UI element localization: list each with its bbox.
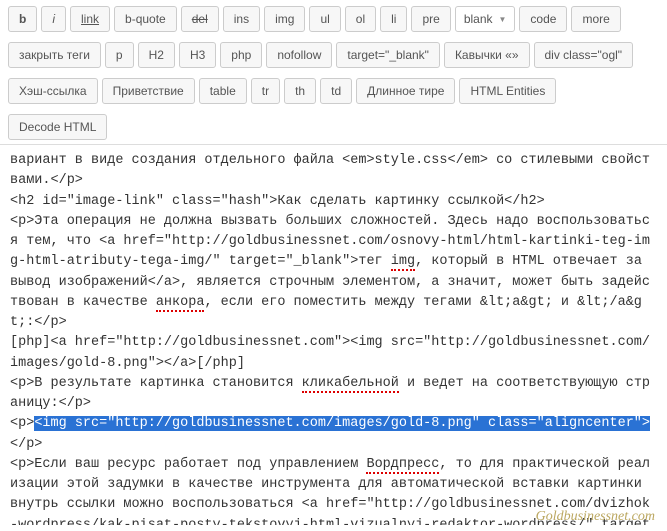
tr-button[interactable]: tr — [251, 78, 280, 104]
del-button[interactable]: del — [181, 6, 219, 32]
decode-button[interactable]: Decode HTML — [8, 114, 107, 140]
link-button[interactable]: link — [70, 6, 110, 32]
img-button[interactable]: img — [264, 6, 305, 32]
bquote-button[interactable]: b-quote — [114, 6, 177, 32]
html-editor-textarea[interactable]: вариант в виде создания отдельного файла… — [0, 145, 667, 525]
td-button[interactable]: td — [320, 78, 352, 104]
code-button[interactable]: code — [519, 6, 567, 32]
selected-text: <img src="http://goldbusinessnet.com/ima… — [34, 416, 650, 431]
watermark: Goldbusinessnet.com — [536, 509, 655, 525]
th-button[interactable]: th — [284, 78, 316, 104]
entities-button[interactable]: HTML Entities — [459, 78, 556, 104]
greeting-button[interactable]: Приветствие — [102, 78, 195, 104]
ins-button[interactable]: ins — [223, 6, 260, 32]
ol-button[interactable]: ol — [345, 6, 376, 32]
h2-button[interactable]: H2 — [138, 42, 175, 68]
more-button[interactable]: more — [571, 6, 620, 32]
close-tags-button[interactable]: закрыть теги — [8, 42, 101, 68]
nofollow-button[interactable]: nofollow — [266, 42, 332, 68]
i-button[interactable]: i — [41, 6, 66, 32]
ul-button[interactable]: ul — [309, 6, 340, 32]
pre-button[interactable]: pre — [411, 6, 450, 32]
b-button[interactable]: b — [8, 6, 37, 32]
quotes-button[interactable]: Кавычки «» — [444, 42, 530, 68]
editor-toolbar: bilinkb-quotedelinsimgulollipreblankcode… — [0, 0, 667, 145]
php-button[interactable]: php — [220, 42, 262, 68]
target-button[interactable]: target="_blank" — [336, 42, 440, 68]
li-button[interactable]: li — [380, 6, 407, 32]
target-dropdown[interactable]: blank — [455, 6, 516, 32]
table-button[interactable]: table — [199, 78, 247, 104]
h3-button[interactable]: H3 — [179, 42, 216, 68]
p-button[interactable]: p — [105, 42, 134, 68]
hash-button[interactable]: Хэш-ссылка — [8, 78, 98, 104]
div-button[interactable]: div class="ogl" — [534, 42, 634, 68]
mdash-button[interactable]: Длинное тире — [356, 78, 455, 104]
